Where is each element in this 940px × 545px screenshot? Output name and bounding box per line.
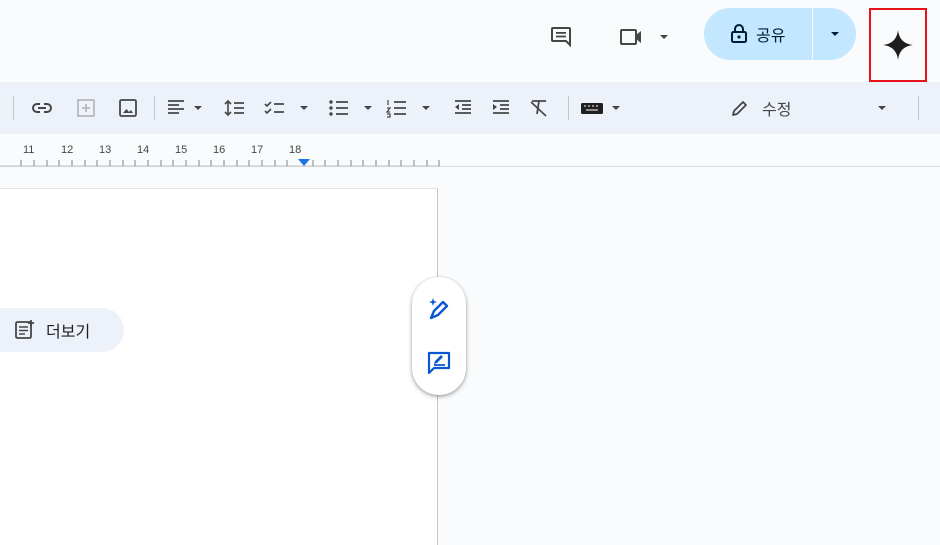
ruler-number: 15 — [175, 144, 188, 156]
ruler-number: 18 — [289, 144, 302, 156]
more-label: 더보기 — [46, 324, 91, 341]
add-comment-button[interactable] — [72, 82, 100, 134]
bulleted-list-icon — [329, 100, 372, 116]
decrease-indent-icon — [455, 100, 471, 114]
ruler[interactable]: 11 12 13 14 15 16 17 18 — [0, 134, 940, 167]
line-spacing-button[interactable] — [220, 82, 250, 134]
document-page[interactable] — [0, 188, 438, 545]
comment-icon — [551, 27, 571, 48]
floating-ai-toolbar — [412, 277, 466, 395]
docs-window: 공유 수정 11 12 13 14 15 16 17 18 더보기 — [0, 0, 940, 545]
header-bar: 공유 — [0, 0, 940, 82]
ruler-number: 16 — [213, 144, 226, 156]
suggest-edits-button[interactable] — [419, 343, 459, 383]
align-icon — [168, 100, 202, 114]
share-button-group: 공유 — [704, 8, 856, 60]
suggest-edits-icon — [427, 351, 451, 375]
share-button[interactable]: 공유 — [704, 8, 812, 60]
pencil-icon — [732, 101, 747, 116]
ruler-number: 17 — [251, 144, 264, 156]
video-call-icon — [620, 29, 668, 45]
toolbar-separator — [13, 96, 14, 120]
insert-image-button[interactable] — [114, 82, 142, 134]
ruler-number: 11 — [23, 144, 35, 156]
input-tools-button[interactable] — [578, 82, 630, 134]
indent-marker[interactable] — [298, 159, 310, 166]
decrease-indent-button[interactable] — [448, 82, 478, 134]
numbered-list-button[interactable] — [384, 82, 438, 134]
link-icon — [32, 103, 52, 113]
share-options-button[interactable] — [813, 8, 856, 60]
increase-indent-button[interactable] — [486, 82, 516, 134]
add-note-icon — [15, 320, 34, 339]
more-templates-chip[interactable]: 더보기 — [0, 308, 124, 352]
gemini-sparkle-icon — [883, 30, 913, 60]
dropdown-arrow-icon — [830, 32, 839, 36]
toolbar-separator — [568, 96, 569, 120]
increase-indent-icon — [493, 100, 509, 114]
align-button[interactable] — [164, 82, 208, 134]
clear-formatting-icon — [530, 100, 547, 117]
lock-icon — [731, 24, 747, 43]
input-tools-icon — [581, 103, 620, 114]
help-me-write-button[interactable] — [419, 289, 459, 329]
gemini-button[interactable] — [869, 8, 927, 82]
dropdown-arrow-icon — [878, 106, 886, 110]
ruler-number: 12 — [61, 144, 74, 156]
share-label: 공유 — [756, 28, 786, 45]
insert-link-button[interactable] — [28, 82, 56, 134]
line-spacing-icon — [224, 99, 244, 117]
clear-formatting-button[interactable] — [524, 82, 554, 134]
help-me-write-icon — [429, 298, 449, 320]
image-icon — [119, 99, 137, 117]
editing-mode-label: 수정 — [762, 102, 792, 119]
comments-button[interactable] — [546, 22, 576, 52]
formatting-toolbar: 수정 — [0, 82, 940, 134]
toolbar-separator — [918, 96, 919, 120]
add-comment-icon — [77, 99, 95, 117]
checklist-icon — [264, 101, 308, 115]
meet-button[interactable] — [617, 22, 675, 52]
bulleted-list-button[interactable] — [326, 82, 380, 134]
ruler-number: 13 — [99, 144, 112, 156]
ruler-number: 14 — [137, 144, 150, 156]
numbered-list-icon — [385, 100, 430, 118]
toolbar-separator — [154, 96, 155, 120]
editing-mode-select[interactable]: 수정 — [710, 88, 906, 128]
checklist-button[interactable] — [262, 82, 316, 134]
